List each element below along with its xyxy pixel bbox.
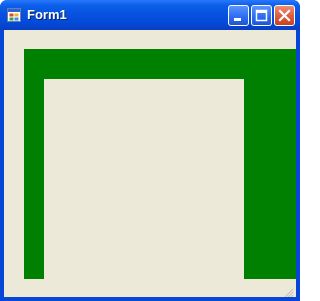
window-controls	[228, 5, 295, 26]
green-frame	[24, 49, 296, 279]
application-window: Form1	[0, 0, 300, 301]
application-icon[interactable]	[7, 8, 21, 22]
maximize-icon	[255, 9, 268, 22]
resize-grip-icon[interactable]	[284, 285, 294, 297]
minimize-button[interactable]	[228, 5, 249, 26]
window-title: Form1	[27, 7, 67, 22]
title-bar[interactable]: Form1	[0, 0, 300, 30]
close-icon	[278, 9, 291, 22]
form-client-area	[4, 30, 296, 297]
inner-panel	[44, 79, 244, 279]
close-button[interactable]	[274, 5, 295, 26]
maximize-button[interactable]	[251, 5, 272, 26]
minimize-icon	[234, 18, 241, 21]
